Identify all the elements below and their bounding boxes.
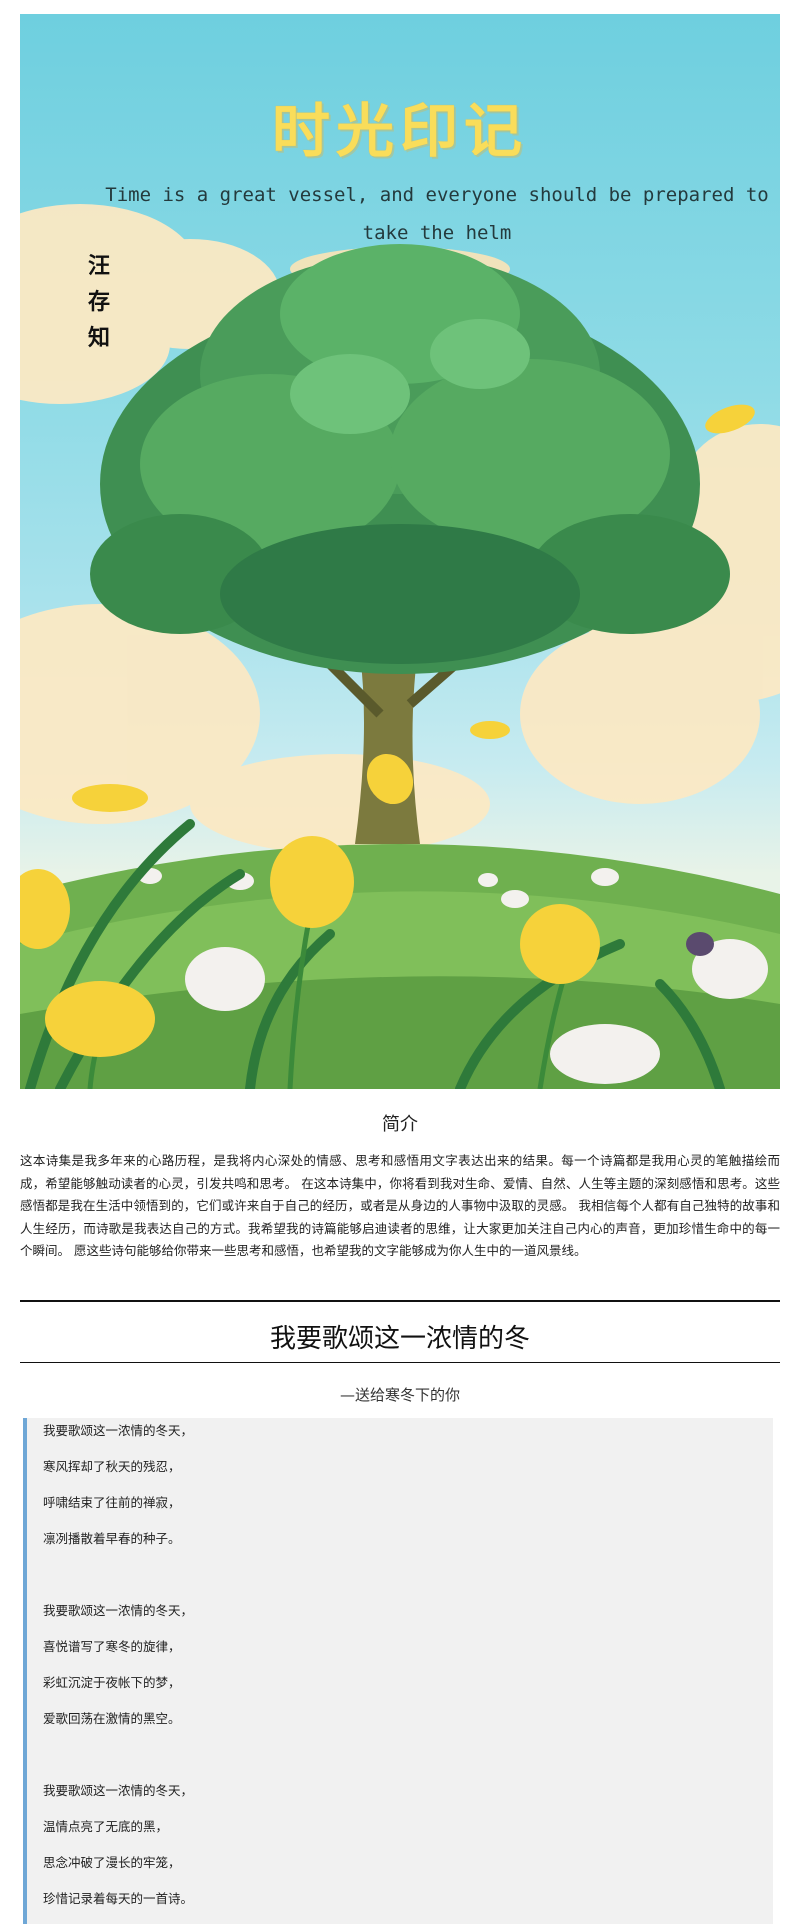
poem-line: 寒风挥却了秋天的残忍， [43, 1459, 181, 1474]
author-char: 存 [87, 289, 110, 315]
poem-line: 喜悦谱写了寒冬的旋律， [43, 1639, 181, 1654]
poem-line: 呼啸结束了往前的禅寂， [43, 1495, 181, 1510]
cover-author: 汪 存 知 [82, 248, 116, 356]
poem-line: 彩虹沉淀于夜帐下的梦， [43, 1675, 181, 1690]
poem-line: 爱歌回荡在激情的黑空。 [43, 1711, 181, 1726]
cover-image: 时光印记 Time is a great vessel, and everyon… [20, 14, 780, 1089]
intro-heading: 简介 [382, 1114, 418, 1135]
poem-line: 珍惜记录着每天的一首诗。 [43, 1891, 194, 1906]
poem-line: 思念冲破了漫长的牢笼， [43, 1855, 181, 1870]
poem-title: 我要歌颂这一浓情的冬 [269, 1324, 530, 1354]
divider-top [20, 1300, 780, 1302]
author-char: 知 [87, 325, 110, 351]
divider-bottom [20, 1362, 780, 1363]
poem-line: 我要歌颂这一浓情的冬天， [43, 1603, 194, 1618]
poem-line: 我要歌颂这一浓情的冬天， [43, 1423, 194, 1438]
poem-line: 温情点亮了无底的黑， [43, 1819, 169, 1834]
cover-title: 时光印记 [271, 97, 528, 165]
poem-line: 我要歌颂这一浓情的冬天， [43, 1783, 194, 1798]
intro-paragraph: 这本诗集是我多年来的心路历程，是我将内心深处的情感、思考和感悟用文字表达出来的结… [20, 1153, 780, 1258]
author-char: 汪 [87, 253, 110, 279]
poem-blockquote: 我要歌颂这一浓情的冬天， 寒风挥却了秋天的残忍， 呼啸结束了往前的禅寂， 凛冽播… [23, 1418, 773, 1924]
cover-quote: Time is a great vessel, and everyone sho… [105, 184, 769, 244]
poem-subtitle: —送给寒冬下的你 [339, 1386, 460, 1404]
poem-line: 凛冽播散着早春的种子。 [43, 1531, 181, 1546]
